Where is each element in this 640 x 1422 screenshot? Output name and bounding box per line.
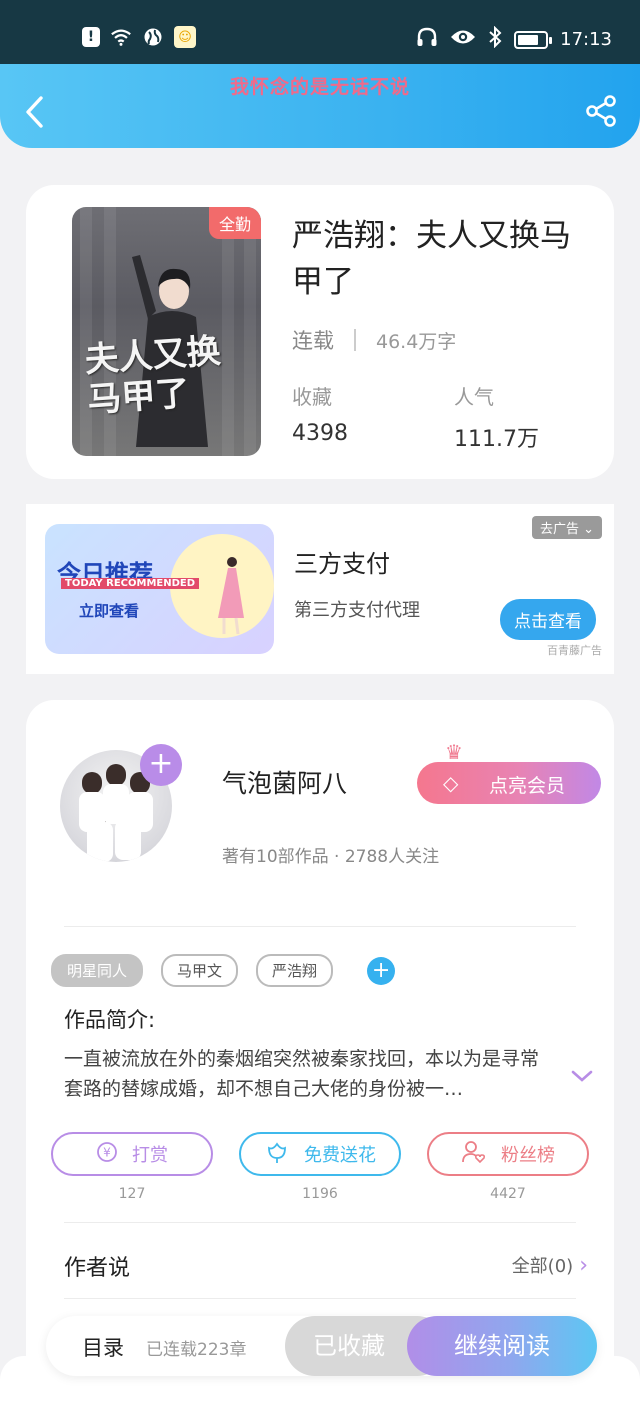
battery-icon: [514, 30, 553, 49]
ad-image-subline: TODAY RECOMMENDED: [61, 578, 200, 589]
user-heart-icon: [461, 1140, 487, 1169]
clock-time: 17:13: [560, 29, 612, 50]
all-label: 全部(0): [511, 1256, 574, 1277]
ad-title: 三方支付: [294, 550, 390, 578]
chevron-right-icon: ›: [579, 1253, 588, 1278]
collect-label: 收藏: [292, 385, 332, 409]
ad-view-button[interactable]: 点击查看: [500, 599, 596, 640]
tag-item[interactable]: 马甲文: [161, 954, 239, 987]
book-cover[interactable]: 夫人又换马甲了 全勤: [72, 207, 261, 456]
divider: [64, 1298, 576, 1299]
chapter-count[interactable]: 已连载223章: [146, 1335, 246, 1360]
reward-count: 127: [118, 1186, 146, 1202]
chevron-down-icon: [571, 1070, 593, 1082]
app-notification-icon: ☺: [174, 26, 196, 48]
bluetooth-icon: [488, 25, 502, 53]
full-attendance-badge: 全勤: [208, 207, 261, 239]
page-title: 我怀念的是无话不说: [229, 76, 410, 98]
fan-count: 4427: [490, 1186, 526, 1202]
crown-icon: ♛: [445, 740, 463, 764]
ad-source: 百青藤广告: [547, 644, 602, 657]
continue-reading-button[interactable]: 继续阅读: [407, 1316, 597, 1376]
ad-woman-illustration: [218, 557, 244, 635]
divider: [64, 1222, 576, 1223]
vip-button[interactable]: ♛ ◇ 点亮会员: [417, 740, 601, 804]
globe-icon: [142, 26, 164, 48]
vip-label: 点亮会员: [489, 775, 566, 797]
ad-description: 第三方支付代理: [294, 600, 420, 621]
back-button[interactable]: [22, 94, 48, 130]
reward-label: 打赏: [132, 1145, 168, 1166]
plus-icon: +: [148, 746, 174, 781]
author-name[interactable]: 气泡菌阿八: [222, 764, 347, 800]
remove-ad-button[interactable]: 去广告 ⌄: [531, 516, 602, 539]
yen-coin-icon: ¥: [96, 1141, 118, 1168]
follow-button[interactable]: +: [140, 744, 182, 786]
send-flower-label: 免费送花: [304, 1145, 376, 1166]
cover-title-art: 夫人又换马甲了: [83, 331, 222, 421]
chevron-left-icon: [26, 96, 43, 128]
top-header: 我怀念的是无话不说: [0, 64, 640, 148]
svg-text:¥: ¥: [103, 1145, 111, 1159]
intro-text: 一直被流放在外的秦烟绾突然被秦家找回，本以为是寻常套路的替嫁成婚，却不想自己大佬…: [64, 1048, 540, 1100]
ad-image-cta: 立即查看: [79, 602, 140, 620]
add-tag-button[interactable]: +: [367, 956, 396, 985]
book-info-card: 夫人又换马甲了 全勤 严浩翔：夫人又换马甲了 连载 46.4万字 收藏 4398…: [26, 185, 614, 479]
share-icon: [586, 95, 616, 127]
popularity-label: 人气: [454, 385, 494, 409]
author-card: + 气泡菌阿八 著有10部作品 · 2788人关注 ♛ ◇ 点亮会员 明星同人 …: [26, 700, 614, 1420]
remove-ad-label: 去广告: [539, 522, 579, 537]
word-count: 46.4万字: [376, 330, 457, 353]
book-meta: 连载 46.4万字: [292, 325, 456, 355]
flower-icon: [264, 1140, 290, 1169]
fan-ranking-button[interactable]: 粉丝榜: [427, 1132, 589, 1176]
ad-banner[interactable]: 今日推荐 TODAY RECOMMENDED 立即查看 三方支付 第三方支付代理…: [26, 504, 614, 674]
expand-intro-button[interactable]: [570, 1062, 594, 1090]
meta-divider: [354, 329, 356, 351]
eye-icon: [450, 28, 476, 51]
popularity-value: 111.7万: [454, 427, 539, 452]
collect-value: 4398: [292, 421, 348, 446]
alert-icon: !: [82, 27, 100, 47]
diamond-icon: ◇: [443, 771, 459, 795]
author-say-label: 作者说: [64, 1256, 131, 1281]
tag-list: 明星同人 马甲文 严浩翔 +: [51, 954, 396, 987]
tag-item[interactable]: 明星同人: [51, 954, 144, 987]
status-bar: ! ☺ 17:13: [0, 0, 640, 64]
book-title: 严浩翔：夫人又换马甲了: [292, 218, 571, 300]
author-stats: 著有10部作品 · 2788人关注: [222, 847, 440, 867]
author-say-all-link[interactable]: 全部(0) ›: [512, 1252, 588, 1278]
tag-item[interactable]: 严浩翔: [256, 954, 334, 987]
flower-count: 1196: [302, 1186, 338, 1202]
share-button[interactable]: [584, 94, 618, 128]
divider: [64, 926, 576, 927]
send-flower-button[interactable]: 免费送花: [239, 1132, 401, 1176]
ad-image[interactable]: 今日推荐 TODAY RECOMMENDED 立即查看: [45, 524, 274, 654]
toc-button[interactable]: 目录: [82, 1332, 124, 1362]
fan-ranking-label: 粉丝榜: [501, 1145, 555, 1166]
reward-button[interactable]: ¥ 打赏: [51, 1132, 213, 1176]
chevron-down-icon: ⌄: [583, 522, 594, 537]
wifi-icon: [110, 26, 132, 48]
bottom-action-bar: 目录 已连载223章 已收藏 继续阅读: [46, 1316, 597, 1376]
intro-label: 作品简介:: [64, 1008, 156, 1032]
headphones-icon: [416, 27, 438, 52]
serial-status: 连载: [292, 329, 334, 353]
